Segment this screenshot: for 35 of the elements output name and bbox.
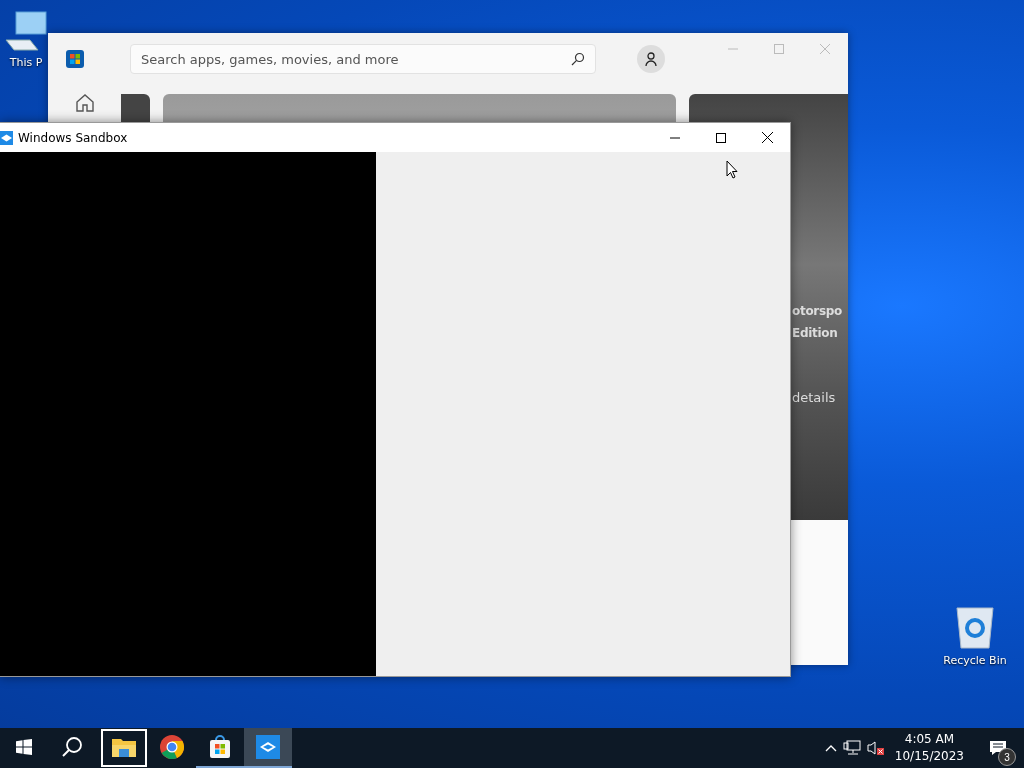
account-button[interactable] xyxy=(637,45,665,73)
search-icon xyxy=(61,736,83,758)
chrome-icon xyxy=(160,735,184,759)
window-title: Windows Sandbox xyxy=(18,130,128,145)
icon-label: Recycle Bin xyxy=(943,654,1007,667)
hero-title: Edition xyxy=(792,325,838,342)
maximize-icon xyxy=(716,132,726,143)
sandbox-icon xyxy=(256,735,280,759)
person-icon xyxy=(645,52,657,66)
search-field[interactable]: Search apps, games, movies, and more xyxy=(130,44,596,74)
folder-icon xyxy=(112,737,136,757)
close-icon xyxy=(820,44,830,54)
network-icon[interactable] xyxy=(842,740,861,756)
close-icon xyxy=(761,132,773,143)
maximize-icon xyxy=(774,44,784,54)
mouse-pointer-icon xyxy=(726,160,738,179)
notification-count: 3 xyxy=(998,748,1016,766)
sandbox-button[interactable] xyxy=(244,728,292,768)
date-text: 10/15/2023 xyxy=(894,748,964,765)
muted-speaker-icon[interactable] xyxy=(866,740,885,756)
chevron-up-icon[interactable] xyxy=(824,744,837,752)
notifications-button[interactable]: 3 xyxy=(980,730,1016,766)
details-link[interactable]: details xyxy=(792,390,848,405)
file-explorer-button[interactable] xyxy=(100,728,148,768)
hero-title: otorspo xyxy=(792,303,843,320)
search-icon xyxy=(571,52,585,66)
clock[interactable]: 4:05 AM 10/15/2023 xyxy=(894,731,964,765)
recycle-bin-icon[interactable] xyxy=(955,604,995,650)
home-icon[interactable] xyxy=(74,93,95,113)
time-text: 4:05 AM xyxy=(904,731,955,748)
computer-icon[interactable] xyxy=(4,10,48,52)
shopping-bag-icon xyxy=(208,735,232,759)
icon-label: This P xyxy=(9,56,43,69)
store-logo-icon xyxy=(66,50,84,68)
windows-logo-icon xyxy=(16,739,32,755)
